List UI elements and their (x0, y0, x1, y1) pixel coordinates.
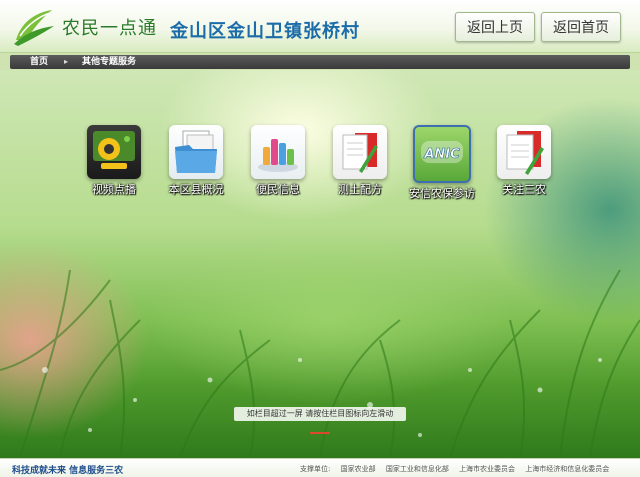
tile-label: 便民信息 (256, 183, 300, 196)
app-name: 农民一点通 (62, 18, 157, 39)
folder-icon (169, 125, 223, 179)
notebook-pen-icon (497, 125, 551, 179)
tile-label: 安信农保参访 (409, 187, 475, 200)
scroll-hint: 如栏目超过一屏 请按住栏目图标向左滑动 (234, 407, 406, 421)
supporter-item: 上海市农业委员会 (459, 465, 516, 473)
tile-district-overview[interactable]: 本区县概况 (156, 125, 236, 196)
hint-indicator (310, 432, 330, 434)
village-title: 金山区金山卫镇张桥村 (170, 21, 360, 42)
supporter-item: 国家工业和信息化部 (385, 465, 449, 473)
tile-label: 视频点播 (92, 183, 136, 196)
supporters-label: 支撑单位: (300, 465, 331, 473)
tile-video-on-demand[interactable]: 视频点播 (74, 125, 154, 196)
supporter-item: 国家农业部 (340, 465, 376, 473)
document-pen-icon (333, 125, 387, 179)
app-window: 农民一点通 金山区金山卫镇张桥村 返回上页 返回首页 首页 ▸ 其他专题服务 视… (0, 0, 640, 477)
header-bar: 农民一点通 金山区金山卫镇张桥村 返回上页 返回首页 (0, 0, 640, 53)
footer-supporters: 支撑单位: 国家农业部 国家工业和信息化部 上海市农业委员会 上海市经济和信息化… (300, 464, 609, 474)
main-content: 视频点播 本区县概况 便民信息 测土配方 ANIC 安信农保参访 关注三农 如栏… (0, 70, 640, 458)
breadcrumb-separator-icon: ▸ (64, 57, 69, 66)
svg-text:ANIC: ANIC (423, 147, 460, 162)
footer-bar: 科技成就未来 信息服务三农 支撑单位: 国家农业部 国家工业和信息化部 上海市农… (0, 458, 640, 477)
bottles-icon (251, 125, 305, 179)
breadcrumb: 首页 ▸ 其他专题服务 (10, 55, 630, 69)
tile-label: 本区县概况 (168, 183, 224, 196)
supporter-item: 上海市经济和信息化委员会 (525, 465, 610, 473)
webcam-icon (87, 125, 141, 179)
tile-anic-insurance[interactable]: ANIC 安信农保参访 (402, 125, 482, 200)
tile-focus-agriculture[interactable]: 关注三农 (484, 125, 564, 196)
tile-convenience-info[interactable]: 便民信息 (238, 125, 318, 196)
footer-slogan: 科技成就未来 信息服务三农 (12, 466, 124, 476)
back-button[interactable]: 返回上页 (455, 12, 535, 42)
tile-label: 关注三农 (502, 183, 546, 196)
home-button[interactable]: 返回首页 (541, 12, 621, 42)
breadcrumb-home-link[interactable]: 首页 (30, 55, 48, 69)
anic-logo-icon: ANIC (413, 125, 471, 183)
tile-label: 测土配方 (338, 183, 382, 196)
tile-soil-testing[interactable]: 测土配方 (320, 125, 400, 196)
breadcrumb-current: 其他专题服务 (82, 57, 137, 67)
leaf-logo-icon (14, 10, 54, 46)
